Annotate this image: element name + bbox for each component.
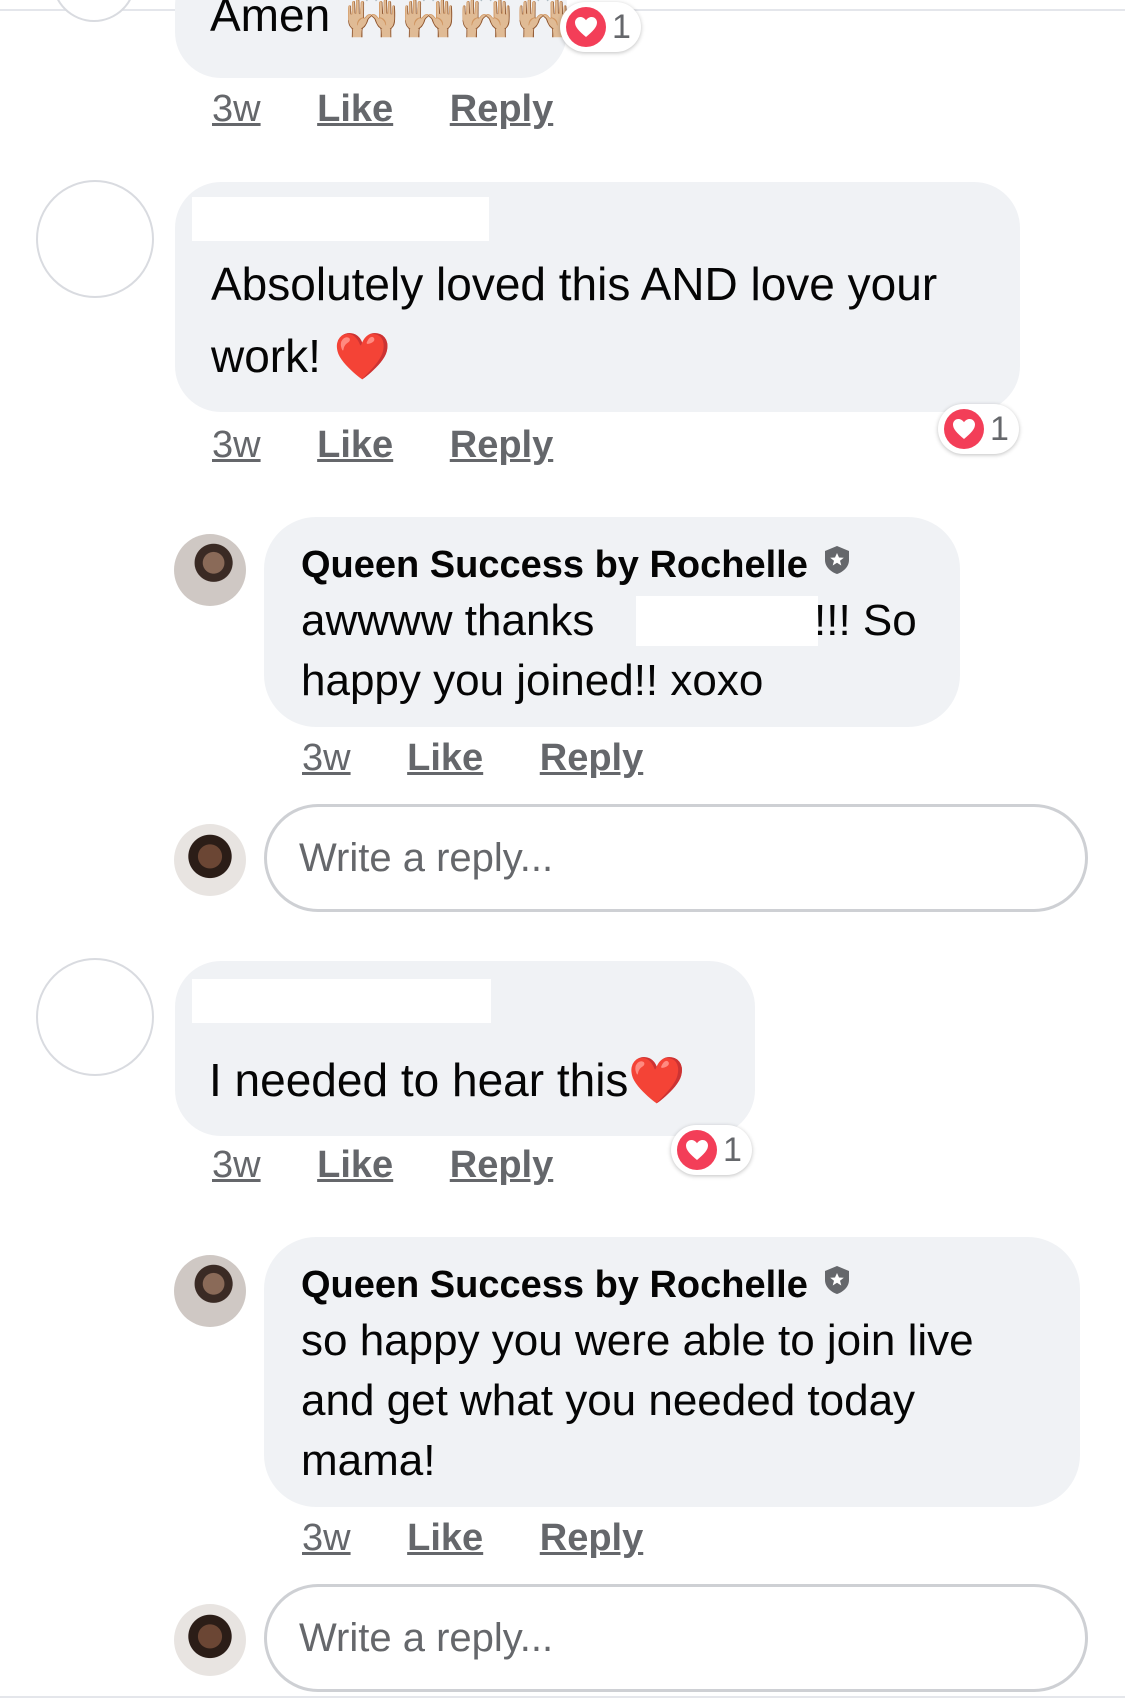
redacted-author-name [192, 197, 489, 241]
comment-text-line: Absolutely loved this AND love your [211, 258, 938, 310]
like-link[interactable]: Like [407, 1517, 483, 1559]
comment-actions: 3w Like Reply [212, 88, 599, 131]
author-name[interactable]: Queen Success by Rochelle [301, 544, 808, 586]
timestamp-link[interactable]: 3w [212, 88, 261, 130]
comment-text-line: I needed to hear this❤️ [209, 1044, 686, 1116]
heart-icon [566, 7, 606, 47]
reply-actions: 3w Like Reply [302, 737, 689, 780]
reply-author[interactable]: Queen Success by Rochelle [301, 1262, 852, 1307]
reply-link[interactable]: Reply [540, 1517, 643, 1559]
reaction-badge[interactable]: 1 [671, 1125, 752, 1175]
verified-badge-icon [822, 1262, 852, 1294]
reply-actions: 3w Like Reply [302, 1517, 689, 1560]
commenter-avatar[interactable] [36, 958, 154, 1076]
like-link[interactable]: Like [407, 737, 483, 779]
redacted-author-name [192, 979, 491, 1023]
comment-text: Amen 🙌🏼🙌🏼🙌🏼🙌🏼 [210, 0, 573, 41]
reply-text-line: mama! [301, 1436, 436, 1485]
reply-text-line: !!! So [814, 596, 917, 645]
redacted-name [636, 596, 818, 646]
commenter-avatar[interactable] [52, 0, 136, 22]
reply-author[interactable]: Queen Success by Rochelle [301, 542, 852, 587]
timestamp-link[interactable]: 3w [212, 1144, 261, 1186]
reaction-badge[interactable]: 1 [938, 404, 1019, 454]
reaction-count: 1 [612, 7, 631, 46]
commenter-avatar[interactable] [36, 180, 154, 298]
reply-link[interactable]: Reply [450, 424, 553, 466]
comment-text-line: work! ❤️ [211, 320, 391, 392]
reply-link[interactable]: Reply [540, 737, 643, 779]
write-reply-input[interactable]: Write a reply... [264, 1584, 1088, 1692]
reply-text-line: awwww thanks [301, 596, 595, 645]
verified-badge-icon [822, 542, 852, 574]
bottom-divider [0, 1696, 1125, 1698]
like-link[interactable]: Like [317, 1144, 393, 1186]
reaction-count: 1 [723, 1130, 742, 1169]
timestamp-link[interactable]: 3w [302, 1517, 351, 1559]
like-link[interactable]: Like [317, 88, 393, 130]
comment-text-fragment: work! [211, 330, 334, 382]
like-link[interactable]: Like [317, 424, 393, 466]
comment-actions: 3w Like Reply [212, 1144, 599, 1187]
write-reply-input[interactable]: Write a reply... [264, 804, 1088, 912]
heart-icon [677, 1130, 717, 1170]
reply-text-line: and get what you needed today [301, 1376, 916, 1425]
comment-text-fragment: I needed to hear this [209, 1054, 629, 1106]
reply-link[interactable]: Reply [450, 88, 553, 130]
timestamp-link[interactable]: 3w [212, 424, 261, 466]
heart-emoji: ❤️ [333, 330, 391, 382]
reply-link[interactable]: Reply [450, 1144, 553, 1186]
reaction-count: 1 [990, 409, 1009, 448]
current-user-avatar [174, 1604, 246, 1676]
comment-actions: 3w Like Reply [212, 424, 599, 467]
current-user-avatar [174, 824, 246, 896]
reply-text-line: happy you joined!! xoxo [301, 656, 764, 705]
heart-icon [944, 409, 984, 449]
reaction-badge[interactable]: 1 [560, 2, 641, 52]
heart-emoji: ❤️ [628, 1054, 686, 1106]
page-avatar[interactable] [174, 1255, 246, 1327]
timestamp-link[interactable]: 3w [302, 737, 351, 779]
page-avatar[interactable] [174, 534, 246, 606]
reply-text-line: so happy you were able to join live [301, 1316, 974, 1365]
author-name[interactable]: Queen Success by Rochelle [301, 1264, 808, 1306]
